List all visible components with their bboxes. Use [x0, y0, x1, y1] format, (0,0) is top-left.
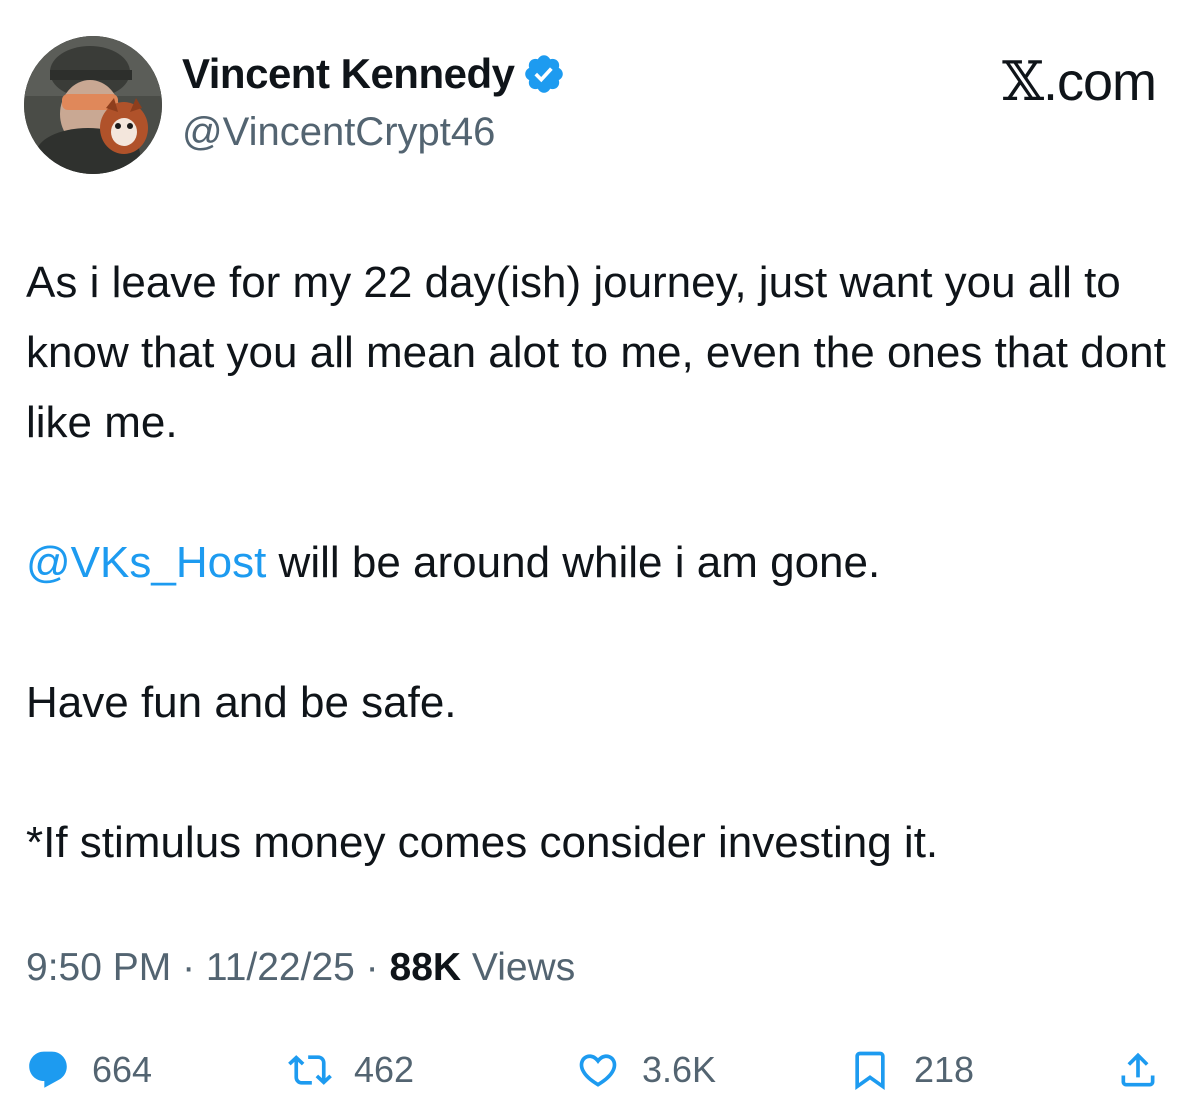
tweet-paragraph-3: Have fun and be safe.	[26, 678, 457, 727]
action-bar: 664 462 3.6K 218	[0, 1040, 1200, 1100]
heart-icon	[576, 1048, 620, 1092]
meta-separator: ·	[171, 946, 206, 989]
bookmark-icon	[848, 1048, 892, 1092]
tweet-paragraph-1: As i leave for my 22 day(ish) journey, j…	[26, 258, 1166, 447]
avatar[interactable]	[24, 36, 162, 174]
like-count: 3.6K	[642, 1049, 717, 1090]
mention-link[interactable]: @VKs_Host	[26, 538, 266, 587]
reply-button[interactable]: 664	[26, 1040, 152, 1100]
display-name[interactable]: Vincent Kennedy	[182, 50, 515, 98]
meta-separator: ·	[354, 946, 390, 989]
x-com-logo: 𝕏.com	[1002, 50, 1157, 113]
reply-icon	[26, 1048, 70, 1092]
tweet-paragraph-4: *If stimulus money comes consider invest…	[26, 818, 939, 867]
tweet-paragraph-2-text: will be around while i am gone.	[266, 538, 881, 587]
tweet-paragraph-2: @VKs_Host will be around while i am gone…	[26, 528, 1176, 598]
repost-button[interactable]: 462	[288, 1040, 414, 1100]
views-label: Views	[461, 946, 576, 989]
tweet-card: Vincent Kennedy @VincentCrypt46 𝕏.com As…	[0, 0, 1200, 1108]
tweet-meta: 9:50 PM · 11/22/25 · 88K Views	[26, 946, 575, 990]
bookmark-count: 218	[914, 1049, 975, 1090]
share-icon	[1116, 1048, 1160, 1092]
verified-badge-icon	[522, 52, 566, 96]
display-name-row[interactable]: Vincent Kennedy	[182, 50, 566, 98]
share-button[interactable]	[1116, 1040, 1160, 1100]
tweet-text: As i leave for my 22 day(ish) journey, j…	[26, 248, 1176, 878]
views-count: 88K	[389, 946, 462, 989]
x-logo-icon: 𝕏	[1002, 50, 1044, 113]
avatar-image	[24, 36, 162, 174]
tweet-time[interactable]: 9:50 PM	[26, 946, 171, 989]
like-button[interactable]: 3.6K	[576, 1040, 716, 1100]
user-handle[interactable]: @VincentCrypt46	[182, 110, 495, 155]
repost-count: 462	[354, 1049, 415, 1090]
tweet-date[interactable]: 11/22/25	[206, 946, 355, 989]
logo-suffix: .com	[1042, 52, 1157, 112]
reply-count: 664	[92, 1049, 153, 1090]
bookmark-button[interactable]: 218	[848, 1040, 974, 1100]
repost-icon	[288, 1048, 332, 1092]
